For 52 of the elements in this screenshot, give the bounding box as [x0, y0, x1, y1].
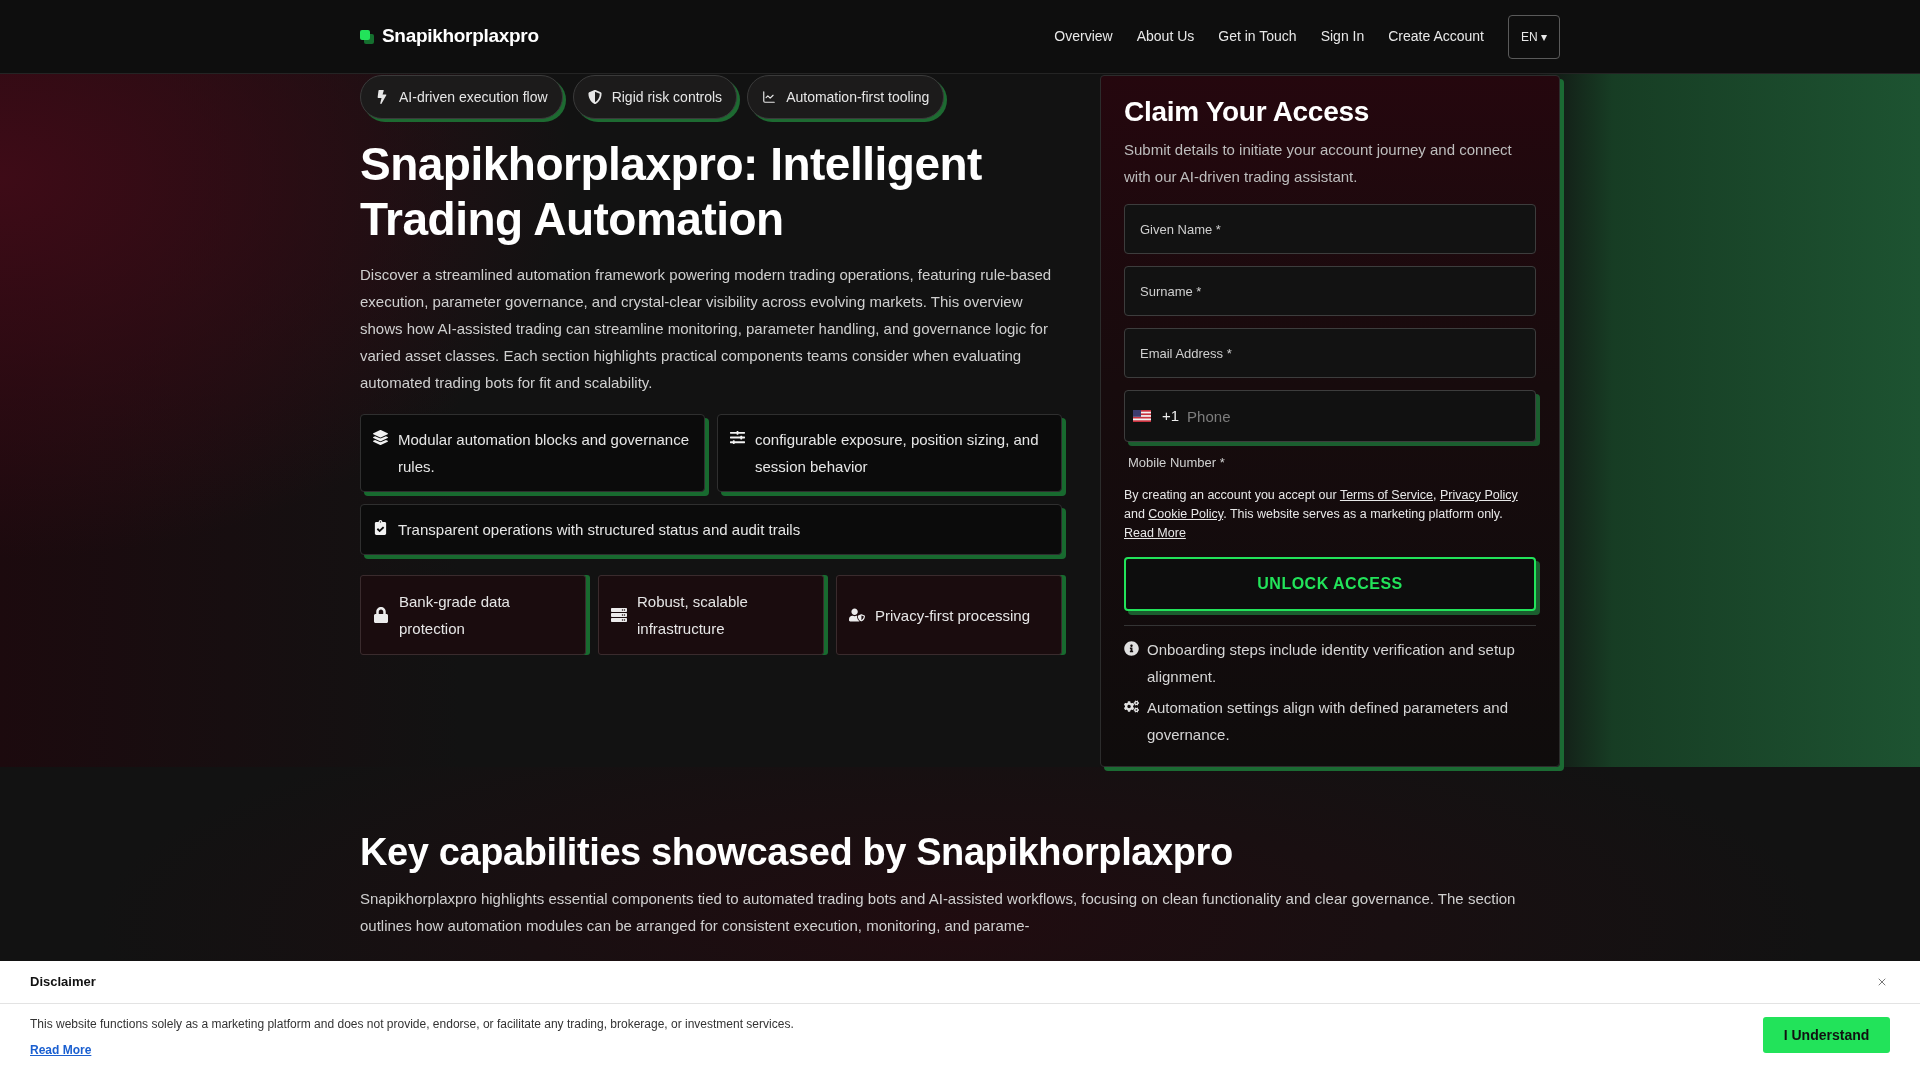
- text-field[interactable]: Email Address *: [1124, 328, 1536, 378]
- policy-link[interactable]: Terms of Service: [1339, 488, 1433, 502]
- understand-button[interactable]: I Understand: [1763, 1017, 1890, 1053]
- line-chart-icon: [762, 90, 777, 104]
- chip-label: Automation-first tooling: [786, 87, 930, 107]
- note-text: Automation settings align with defined parameters and governance.: [1147, 698, 1510, 745]
- read-more-link[interactable]: Read More: [30, 1042, 92, 1058]
- text-field[interactable]: Given Name *: [1124, 204, 1536, 254]
- hero-intro: Discover a streamlined automation framework powering modern trading operations, featuring rule-based execution, parameter governance, and crystal-clear visibility across evolving markets. This overview shows how AI-assisted trading can streamline monitoring, parameter handling, and governance logic for varied asset classes. Each section highlights practical components teams consider when evaluating automated trading bots for fit and scalability.: [360, 265, 1053, 393]
- brand-name[interactable]: Snapikhorplaxpro: [382, 22, 539, 51]
- text-field[interactable]: Surname *: [1124, 266, 1536, 316]
- server-icon: [611, 607, 627, 623]
- nav-link[interactable]: About Us: [1136, 26, 1195, 47]
- close-icon: [1876, 976, 1888, 988]
- phone-input[interactable]: Phone: [1187, 396, 1527, 436]
- policy-link[interactable]: Read More: [1124, 526, 1186, 540]
- user-shield-icon: [849, 607, 865, 623]
- disclaimer-text: This website functions solely as a marketing platform and does not provide, endorse, or facilitate any trading, brokerage, or investment services.: [30, 1016, 794, 1032]
- assurance-text: Robust, scalable infrastructure: [637, 592, 749, 639]
- layers-icon: [373, 430, 388, 445]
- nav-link[interactable]: Sign In: [1320, 26, 1365, 47]
- chip-label: Rigid risk controls: [611, 87, 723, 107]
- flag-icon: [1133, 410, 1151, 422]
- section-text: Snapikhorplaxpro highlights essential components tied to automated trading bots and AI-assisted workflows, focusing on clean functionality and clear governance. The section outlines how automation modules can be arranged for consistent execution, monitoring, and parame-: [360, 889, 1517, 936]
- form-subtitle: Submit details to initiate your account journey and connect with our AI-driven trading assistant.: [1124, 140, 1513, 187]
- info-icon: [1124, 641, 1139, 656]
- assurance-text: Privacy-first processing: [875, 605, 1031, 626]
- section-title: Key capabilities showcased by Snapikhorplaxpro: [360, 830, 1234, 875]
- form-title: Claim Your Access: [1124, 95, 1370, 129]
- highlight-text: configurable exposure, position sizing, and session behavior: [755, 430, 1040, 477]
- nav-link[interactable]: Create Account: [1388, 26, 1484, 47]
- highlight-text: Transparent operations with structured status and audit trails: [398, 520, 801, 540]
- logo-icon: [360, 29, 374, 44]
- nav-link[interactable]: Get in Touch: [1218, 26, 1297, 47]
- language-button[interactable]: EN ▾: [1508, 14, 1560, 59]
- shield-icon: [587, 90, 602, 104]
- bolt-icon: [375, 90, 389, 104]
- lock-icon: [373, 607, 389, 623]
- sliders-icon: [730, 430, 745, 445]
- nav-link[interactable]: Overview: [1054, 26, 1113, 47]
- policy-link[interactable]: Privacy Policy: [1439, 488, 1518, 502]
- clipboard-check-icon: [373, 520, 388, 535]
- chip-label: AI-driven execution flow: [399, 87, 548, 107]
- note-text: Onboarding steps include identity verification and setup alignment.: [1147, 640, 1516, 687]
- gears-icon: [1124, 699, 1139, 714]
- hero-title: Snapikhorplaxpro: Intelligent Trading Automation: [360, 137, 983, 247]
- dial-code: +1: [1162, 405, 1180, 426]
- assurance-text: Bank-grade data protection: [399, 592, 511, 639]
- disclaimer-title: Disclaimer: [30, 973, 96, 992]
- consent-text: By creating an account you accept our Terms of Service, Privacy Policy and Cookie Policy. This website serves as a marketing platform only. Read More: [1124, 487, 1519, 542]
- field-label: Mobile Number *: [1128, 455, 1225, 470]
- highlight-text: Modular automation blocks and governance rules.: [398, 430, 690, 477]
